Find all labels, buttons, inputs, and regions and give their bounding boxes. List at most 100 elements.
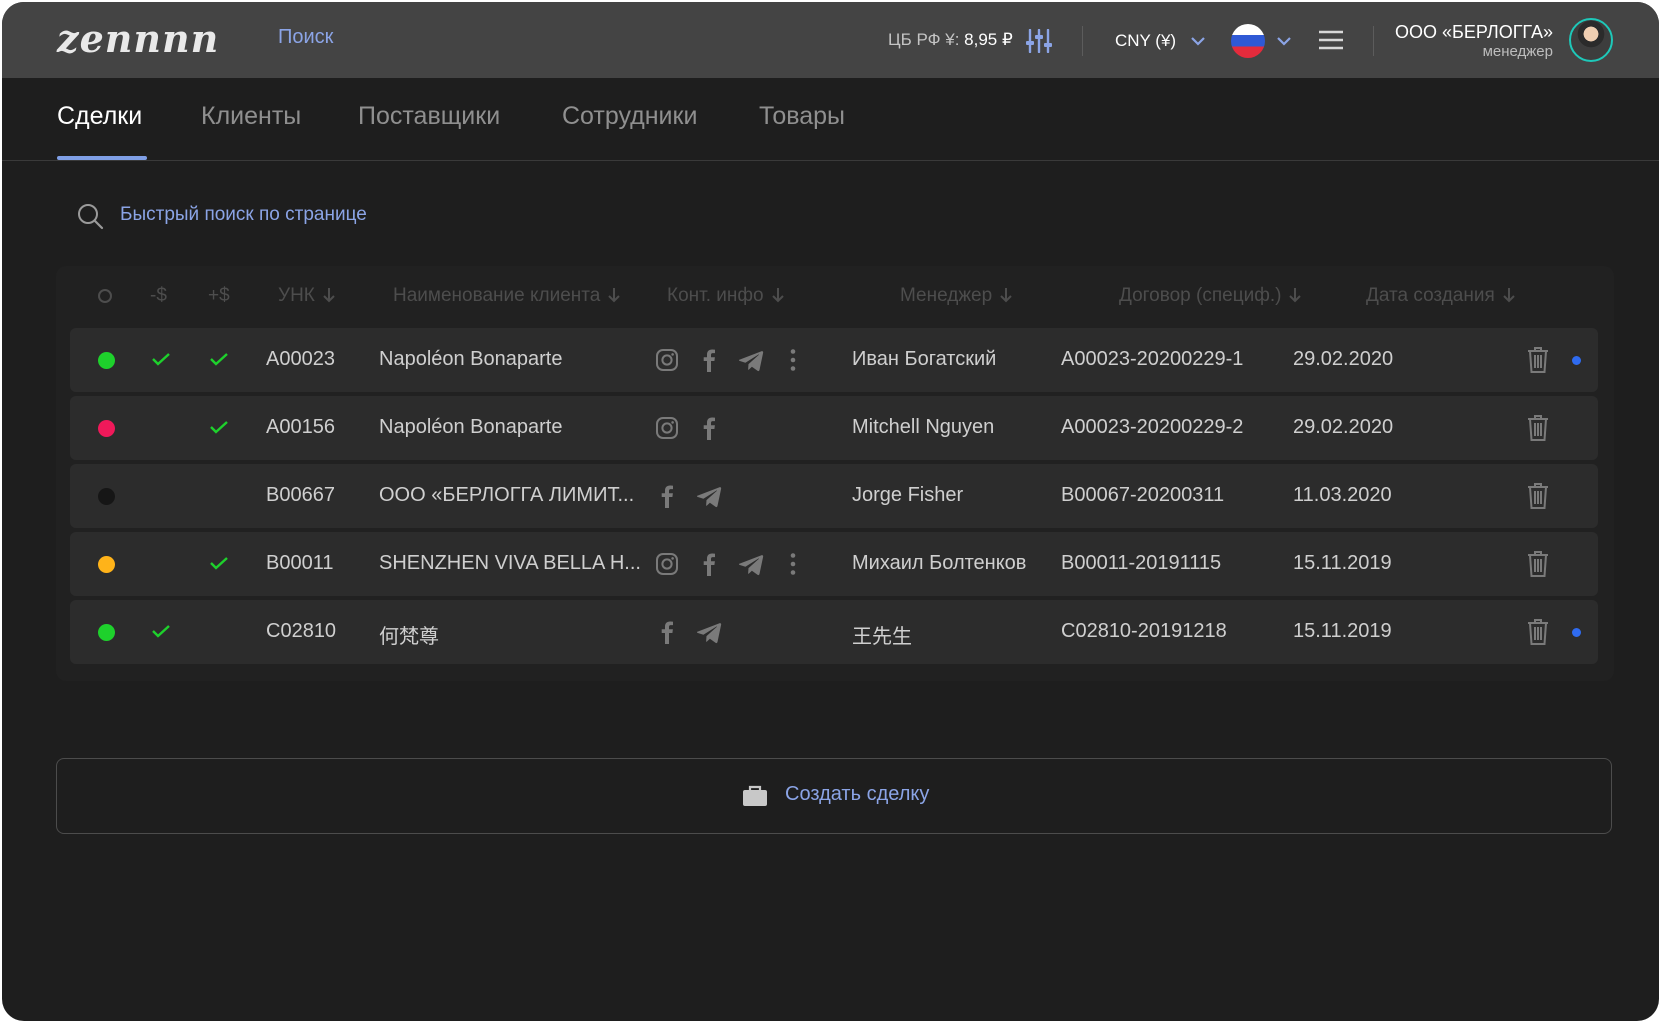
sort-arrow-icon bbox=[608, 288, 621, 303]
date-cell: 29.02.2020 bbox=[1293, 416, 1394, 438]
create-deal-label: Создать сделку bbox=[785, 783, 930, 805]
table-row[interactable]: C02810 何梵尊 王先生 C02810-20191218 15.11.2019 bbox=[70, 600, 1598, 664]
telegram-icon[interactable] bbox=[696, 483, 722, 509]
top-bar: zennnn Поиск ЦБ РФ ¥: 8,95 ₽ CNY (¥) ООО… bbox=[2, 2, 1659, 78]
table-row[interactable]: B00011 SHENZHEN VIVA BELLA H... Михаил Бол… bbox=[70, 532, 1598, 596]
active-tab-indicator bbox=[57, 156, 147, 160]
sort-arrow-icon bbox=[1000, 288, 1012, 303]
contract-cell[interactable]: A00023-20200229-1 bbox=[1061, 348, 1243, 371]
trash-icon[interactable] bbox=[1526, 550, 1550, 578]
chevron-down-icon[interactable] bbox=[1190, 36, 1206, 46]
status-dot[interactable] bbox=[98, 420, 115, 437]
client-name-cell[interactable]: 何梵尊 bbox=[379, 620, 439, 649]
status-dot[interactable] bbox=[98, 556, 115, 573]
sort-arrow-icon bbox=[1503, 288, 1515, 303]
instagram-icon[interactable] bbox=[654, 551, 680, 577]
contract-cell[interactable]: A00023-20200229-2 bbox=[1061, 416, 1243, 439]
column-date[interactable]: Дата создания bbox=[1366, 285, 1515, 307]
table-row[interactable]: A00156 Napoléon Bonaparte Mitchell Nguyen A… bbox=[70, 396, 1598, 460]
manager-cell[interactable]: Mitchell Nguyen bbox=[852, 416, 994, 439]
manager-cell[interactable]: Иван Богатский bbox=[852, 348, 996, 371]
account-info[interactable]: ООО «БЕРЛОГГА» менеджер bbox=[1395, 22, 1553, 60]
more-icon[interactable] bbox=[780, 347, 806, 373]
status-header-icon[interactable] bbox=[98, 289, 112, 303]
instagram-icon[interactable] bbox=[654, 415, 680, 441]
chevron-down-icon[interactable] bbox=[1276, 36, 1292, 46]
currency-select[interactable]: CNY (¥) bbox=[1115, 31, 1176, 51]
search-input[interactable]: Быстрый поиск по странице bbox=[120, 204, 367, 226]
status-dot[interactable] bbox=[98, 352, 115, 369]
briefcase-icon bbox=[743, 785, 767, 806]
column-manager[interactable]: Менеджер bbox=[900, 285, 1012, 307]
check-icon bbox=[210, 421, 228, 434]
table-header: -$ +$ УНК Наименование клиента Конт. инф… bbox=[56, 280, 1614, 320]
column-plus[interactable]: +$ bbox=[208, 285, 230, 307]
column-client[interactable]: Наименование клиента bbox=[393, 285, 621, 307]
tab-employees[interactable]: Сотрудники bbox=[562, 102, 697, 131]
table-row[interactable]: A00023 Napoléon Bonaparte Иван Богатский A0… bbox=[70, 328, 1598, 392]
column-contract[interactable]: Договор (специф.) bbox=[1119, 285, 1302, 307]
column-unk-label: УНК bbox=[278, 285, 315, 306]
client-name-cell[interactable]: Napoléon Bonaparte bbox=[379, 348, 562, 371]
check-icon bbox=[152, 353, 170, 366]
user-role: менеджер bbox=[1482, 43, 1553, 60]
tab-suppliers[interactable]: Поставщики bbox=[358, 102, 500, 131]
column-unk[interactable]: УНК bbox=[278, 285, 335, 307]
menu-icon[interactable] bbox=[1318, 30, 1344, 50]
column-client-label: Наименование клиента bbox=[393, 285, 601, 306]
sort-arrow-icon bbox=[323, 288, 335, 303]
unk-cell[interactable]: A00156 bbox=[266, 416, 335, 439]
manager-cell[interactable]: 王先生 bbox=[852, 620, 912, 649]
trash-icon[interactable] bbox=[1526, 618, 1550, 646]
sort-arrow-icon bbox=[1289, 288, 1302, 303]
telegram-icon[interactable] bbox=[738, 551, 764, 577]
main-tabs: Сделки Клиенты Поставщики Сотрудники Тов… bbox=[2, 78, 1659, 161]
deals-table: -$ +$ УНК Наименование клиента Конт. инф… bbox=[56, 266, 1614, 681]
check-icon bbox=[152, 625, 170, 638]
client-name-cell[interactable]: Napoléon Bonaparte bbox=[379, 416, 562, 439]
search-link[interactable]: Поиск bbox=[278, 26, 333, 49]
trash-icon[interactable] bbox=[1526, 482, 1550, 510]
trash-icon[interactable] bbox=[1526, 346, 1550, 374]
telegram-icon[interactable] bbox=[696, 619, 722, 645]
telegram-icon[interactable] bbox=[738, 347, 764, 373]
contract-cell[interactable]: B00011-20191115 bbox=[1061, 552, 1221, 575]
column-date-label: Дата создания bbox=[1366, 285, 1495, 306]
column-contacts[interactable]: Конт. инфо bbox=[667, 285, 784, 307]
facebook-icon[interactable] bbox=[696, 551, 722, 577]
rate-label: ЦБ РФ ¥: bbox=[888, 30, 960, 49]
column-contacts-label: Конт. инфо bbox=[667, 285, 764, 306]
search-icon bbox=[78, 204, 104, 230]
client-name-cell[interactable]: SHENZHEN VIVA BELLA H... bbox=[379, 552, 641, 575]
facebook-icon[interactable] bbox=[654, 619, 680, 645]
client-name-cell[interactable]: ООО «БЕРЛОГГА ЛИМИТ... bbox=[379, 484, 634, 507]
facebook-icon[interactable] bbox=[654, 483, 680, 509]
column-minus[interactable]: -$ bbox=[150, 285, 167, 307]
create-deal-button[interactable]: Создать сделку bbox=[56, 758, 1612, 834]
logo[interactable]: zennnn bbox=[57, 16, 219, 61]
status-dot[interactable] bbox=[98, 624, 115, 641]
rate-value: 8,95 ₽ bbox=[964, 30, 1013, 49]
facebook-icon[interactable] bbox=[696, 347, 722, 373]
status-dot[interactable] bbox=[98, 488, 115, 505]
check-icon bbox=[210, 557, 228, 570]
more-icon[interactable] bbox=[780, 551, 806, 577]
contract-cell[interactable]: C02810-20191218 bbox=[1061, 620, 1227, 643]
contract-cell[interactable]: B00067-20200311 bbox=[1061, 484, 1224, 507]
unk-cell[interactable]: C02810 bbox=[266, 620, 336, 643]
sliders-icon[interactable] bbox=[1026, 29, 1052, 53]
unk-cell[interactable]: A00023 bbox=[266, 348, 335, 371]
table-row[interactable]: B00667 ООО «БЕРЛОГГА ЛИМИТ... Jorge Fisher… bbox=[70, 464, 1598, 528]
tab-products[interactable]: Товары bbox=[759, 102, 845, 131]
tab-clients[interactable]: Клиенты bbox=[201, 102, 301, 131]
facebook-icon[interactable] bbox=[696, 415, 722, 441]
unk-cell[interactable]: B00011 bbox=[266, 552, 333, 575]
manager-cell[interactable]: Jorge Fisher bbox=[852, 484, 963, 507]
manager-cell[interactable]: Михаил Болтенков bbox=[852, 552, 1026, 575]
instagram-icon[interactable] bbox=[654, 347, 680, 373]
russia-flag-icon[interactable] bbox=[1231, 24, 1265, 58]
trash-icon[interactable] bbox=[1526, 414, 1550, 442]
unk-cell[interactable]: B00667 bbox=[266, 484, 335, 507]
tab-deals[interactable]: Сделки bbox=[57, 102, 142, 131]
avatar[interactable] bbox=[1569, 18, 1613, 62]
